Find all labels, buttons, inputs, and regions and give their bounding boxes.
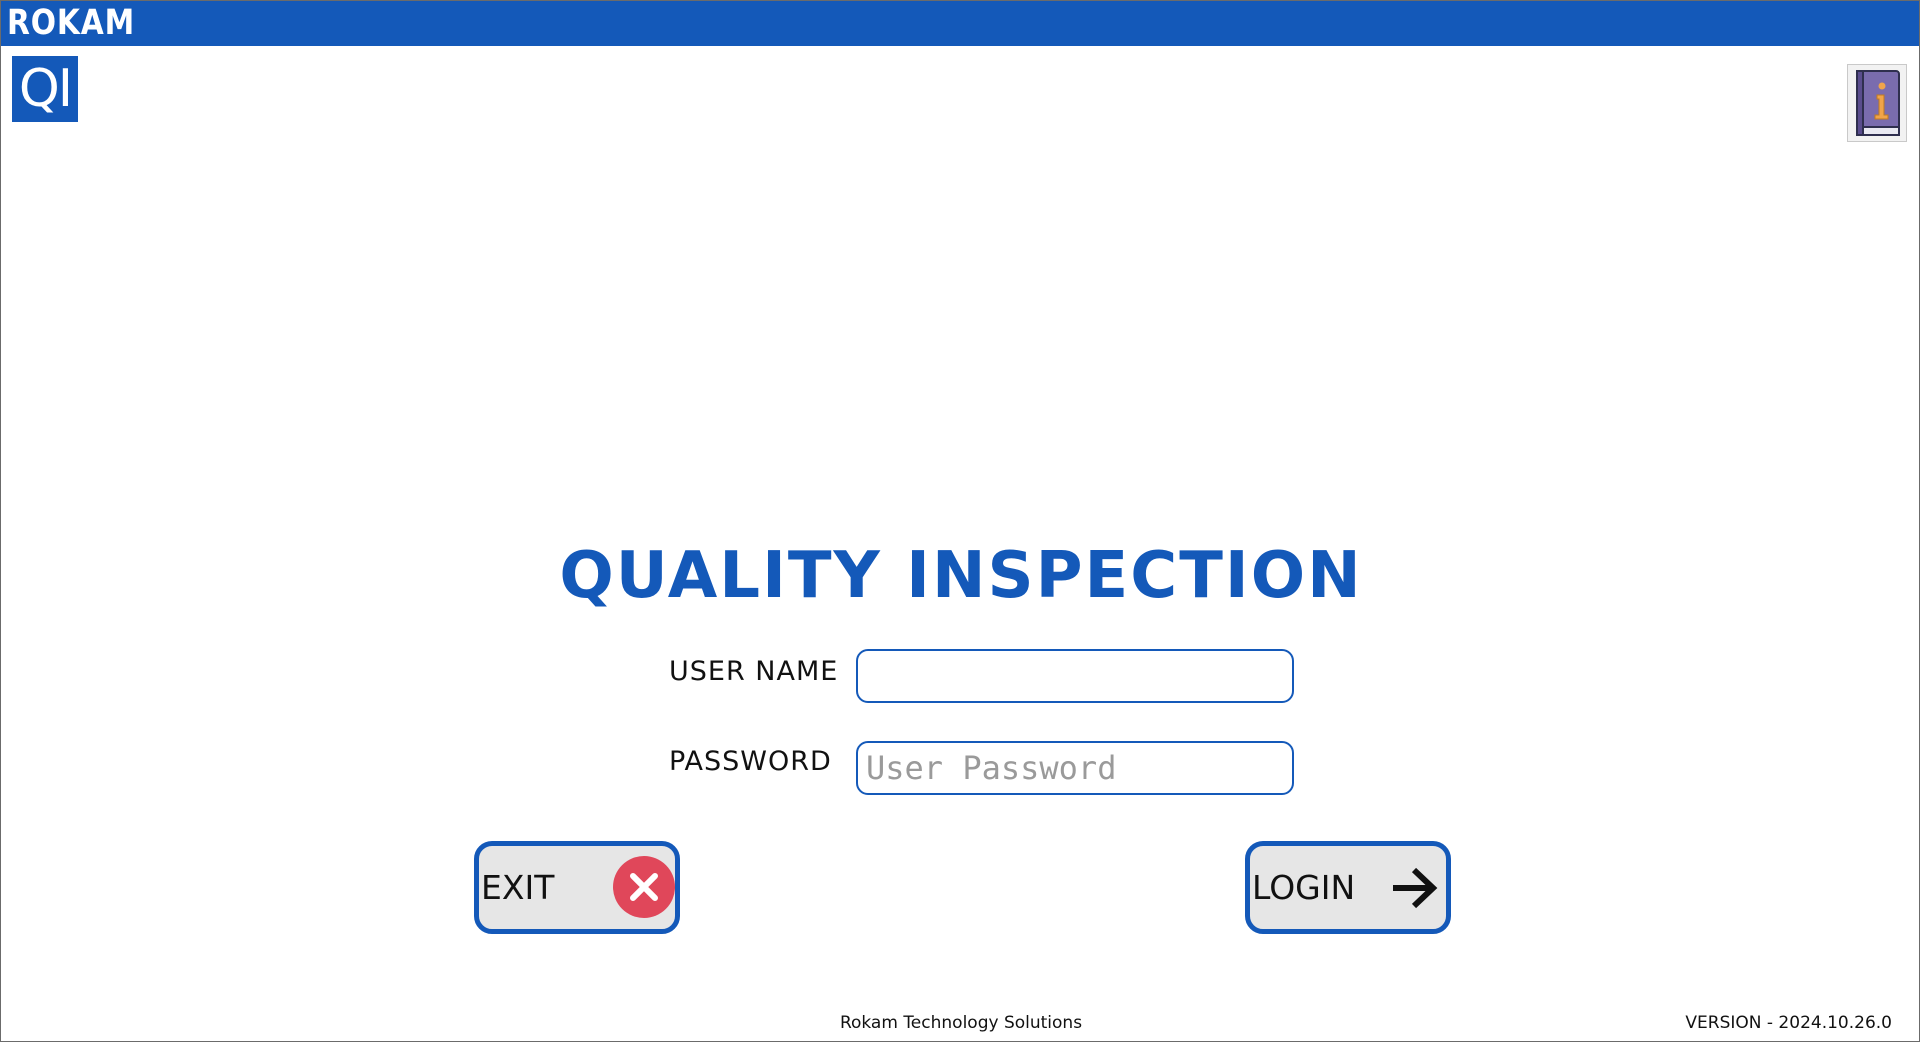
password-label: PASSWORD (669, 746, 832, 777)
username-label: USER NAME (669, 656, 839, 687)
login-button[interactable]: LOGIN (1245, 841, 1451, 934)
exit-button-label: EXIT (481, 868, 555, 907)
company-name: Rokam Technology Solutions (839, 1013, 1083, 1033)
page-title: QUALITY INSPECTION (559, 539, 1363, 613)
info-button[interactable] (1847, 64, 1907, 142)
login-button-label: LOGIN (1252, 868, 1356, 907)
exit-button[interactable]: EXIT (474, 841, 680, 934)
username-input[interactable] (856, 649, 1294, 703)
app-window: ROKAM QI QUALITY INSPECTION USER NAME PA… (0, 0, 1920, 1042)
info-book-icon (1856, 70, 1900, 136)
password-input[interactable] (856, 741, 1294, 795)
qi-logo: QI (12, 56, 78, 122)
brand-name: ROKAM (7, 3, 136, 43)
version-label: VERSION - 2024.10.26.0 (1685, 1013, 1892, 1033)
close-circle-icon (613, 856, 675, 918)
title-bar: ROKAM (1, 1, 1919, 46)
arrow-right-icon (1393, 867, 1438, 909)
